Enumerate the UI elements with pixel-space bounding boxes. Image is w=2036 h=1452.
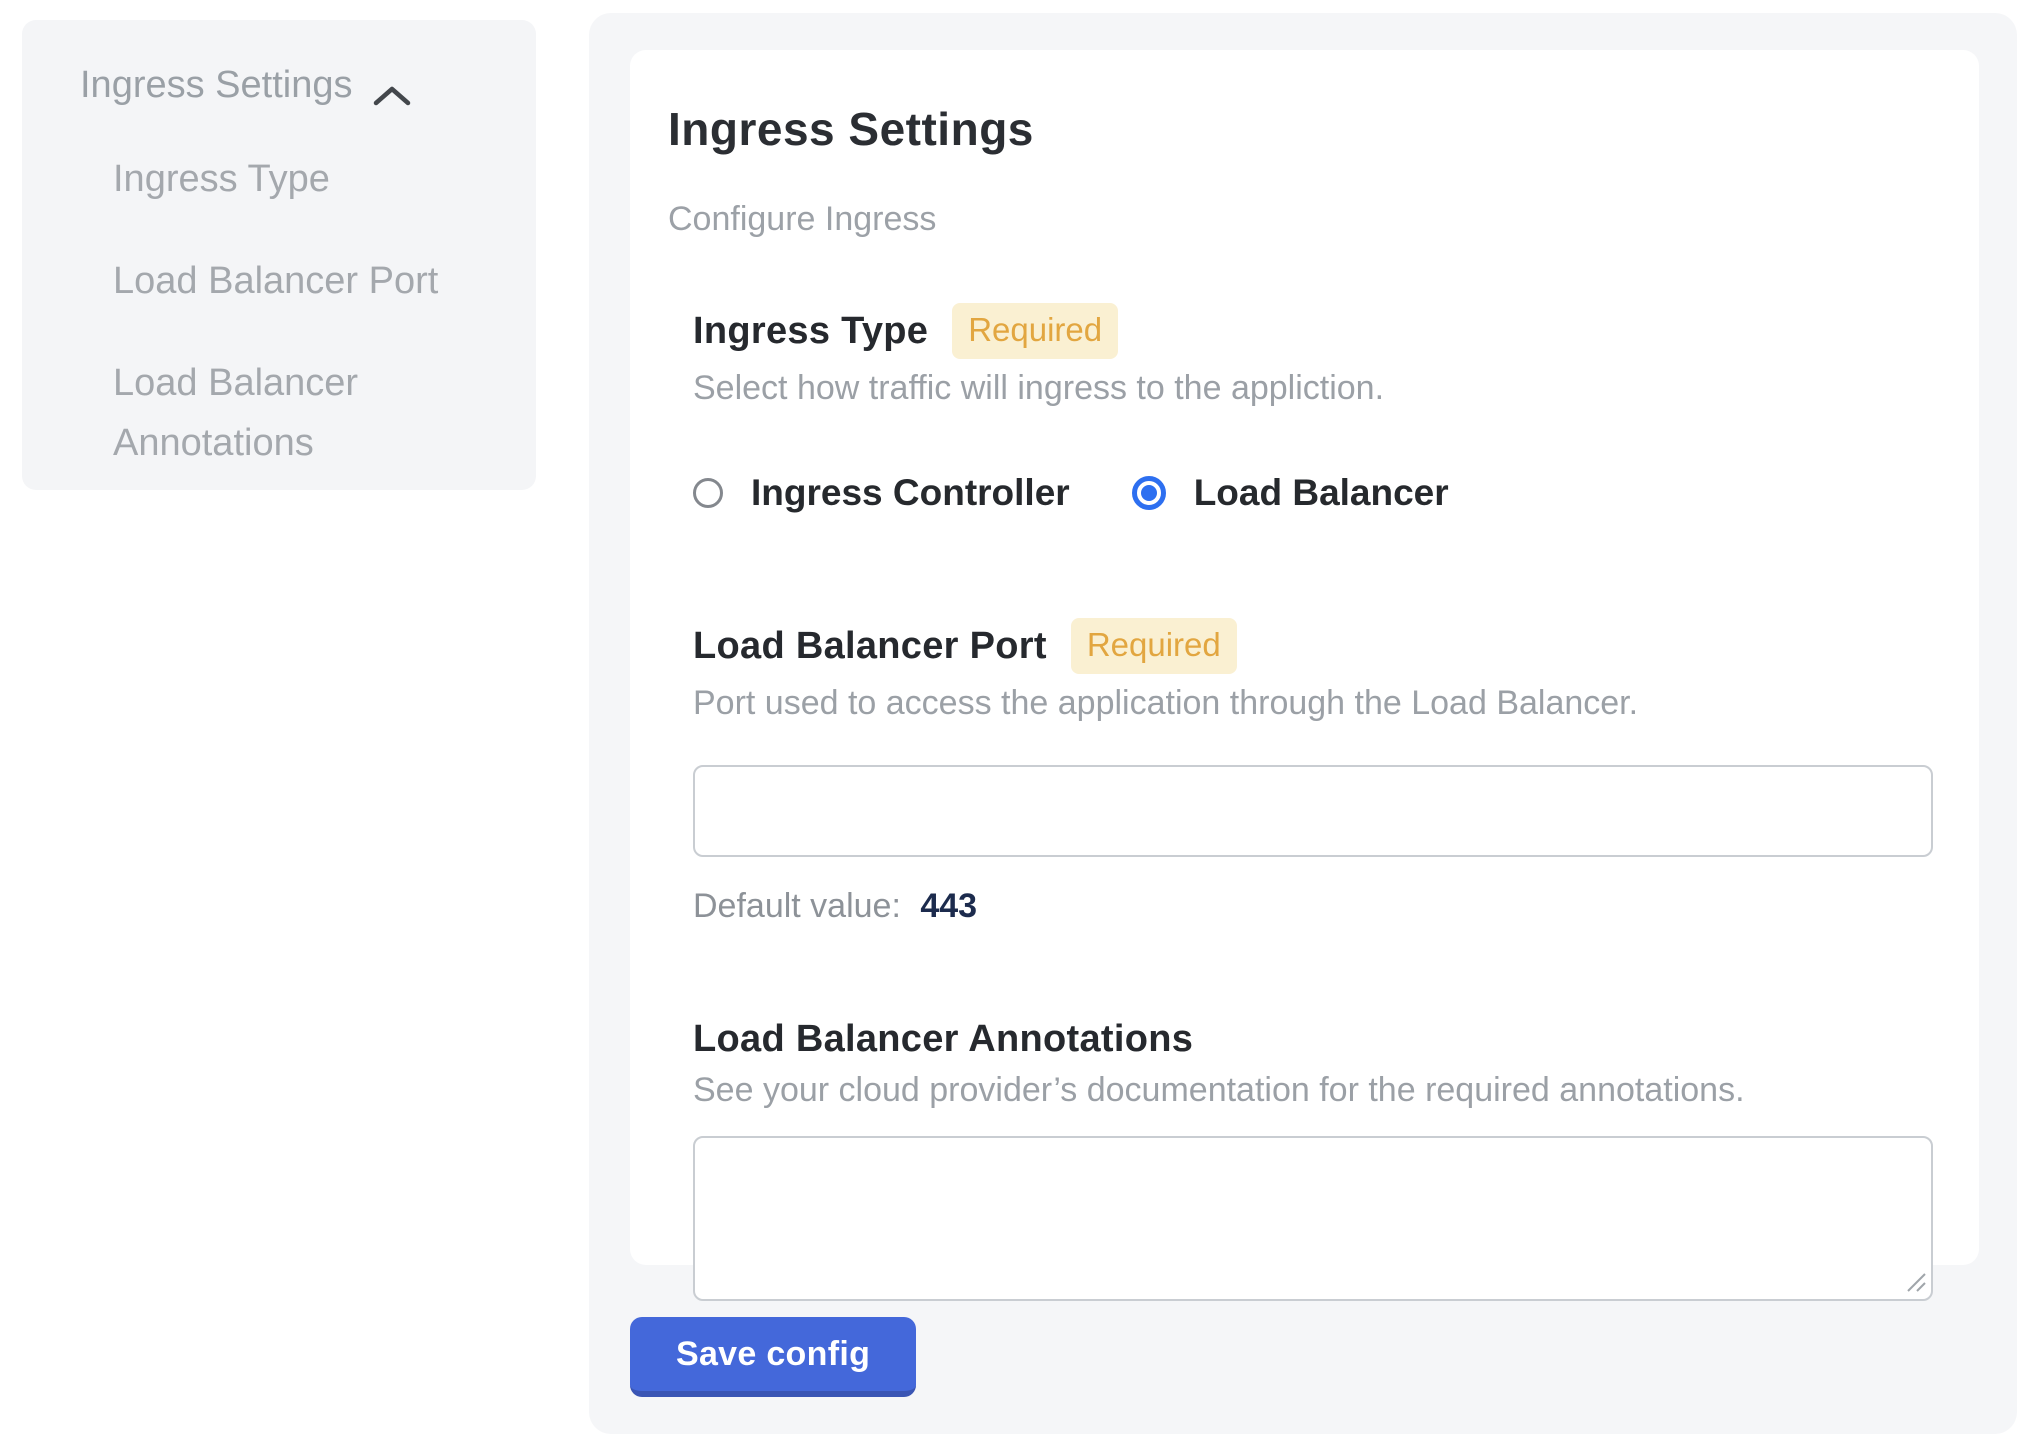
required-badge: Required [952, 303, 1118, 359]
lb-annotations-label: Load Balancer Annotations [693, 1018, 1193, 1061]
radio-ingress-controller[interactable]: Ingress Controller [693, 472, 1070, 514]
required-badge: Required [1071, 618, 1237, 674]
default-value: 443 [920, 887, 977, 925]
lb-port-label: Load Balancer Port [693, 625, 1047, 668]
radio-unchecked-icon[interactable] [693, 478, 723, 508]
page-title: Ingress Settings [668, 102, 1933, 156]
settings-sidebar: Ingress Settings Ingress Type Load Balan… [22, 20, 536, 490]
sidebar-parent-label: Ingress Settings [80, 64, 352, 107]
sidebar-item-load-balancer-annotations[interactable]: Load Balancer Annotations [113, 353, 503, 473]
sidebar-item-load-balancer-port[interactable]: Load Balancer Port [113, 251, 503, 311]
form-sections: Ingress Type Required Select how traffic… [693, 303, 1933, 1301]
ingress-settings-card: Ingress Settings Configure Ingress Ingre… [630, 50, 1979, 1265]
lb-port-description: Port used to access the application thro… [693, 684, 1933, 723]
radio-checked-icon[interactable] [1132, 476, 1166, 510]
page-subtitle: Configure Ingress [668, 200, 1933, 239]
load-balancer-port-input[interactable] [693, 765, 1933, 857]
radio-load-balancer-label: Load Balancer [1194, 472, 1449, 514]
radio-ingress-controller-label: Ingress Controller [751, 472, 1070, 514]
field-ingress-type: Ingress Type Required Select how traffic… [693, 303, 1933, 514]
radio-load-balancer[interactable]: Load Balancer [1132, 472, 1449, 514]
ingress-settings-panel: Ingress Settings Configure Ingress Ingre… [589, 13, 2017, 1434]
ingress-type-description: Select how traffic will ingress to the a… [693, 369, 1933, 408]
default-value-row: Default value: 443 [693, 887, 1933, 926]
load-balancer-annotations-textarea[interactable] [693, 1136, 1933, 1301]
sidebar-sublist: Ingress Type Load Balancer Port Load Bal… [113, 149, 506, 473]
field-load-balancer-port: Load Balancer Port Required Port used to… [693, 618, 1933, 926]
ingress-type-radio-group: Ingress Controller Load Balancer [693, 472, 1933, 514]
sidebar-item-ingress-settings[interactable]: Ingress Settings [80, 64, 506, 107]
ingress-type-label: Ingress Type [693, 310, 928, 353]
sidebar-item-ingress-type[interactable]: Ingress Type [113, 149, 503, 209]
field-load-balancer-annotations: Load Balancer Annotations See your cloud… [693, 1018, 1933, 1301]
default-value-label: Default value: [693, 887, 901, 925]
resize-handle-icon[interactable] [1904, 1270, 1928, 1294]
save-config-button[interactable]: Save config [630, 1317, 916, 1397]
lb-annotations-description: See your cloud provider’s documentation … [693, 1071, 1933, 1110]
chevron-up-icon [372, 76, 412, 102]
